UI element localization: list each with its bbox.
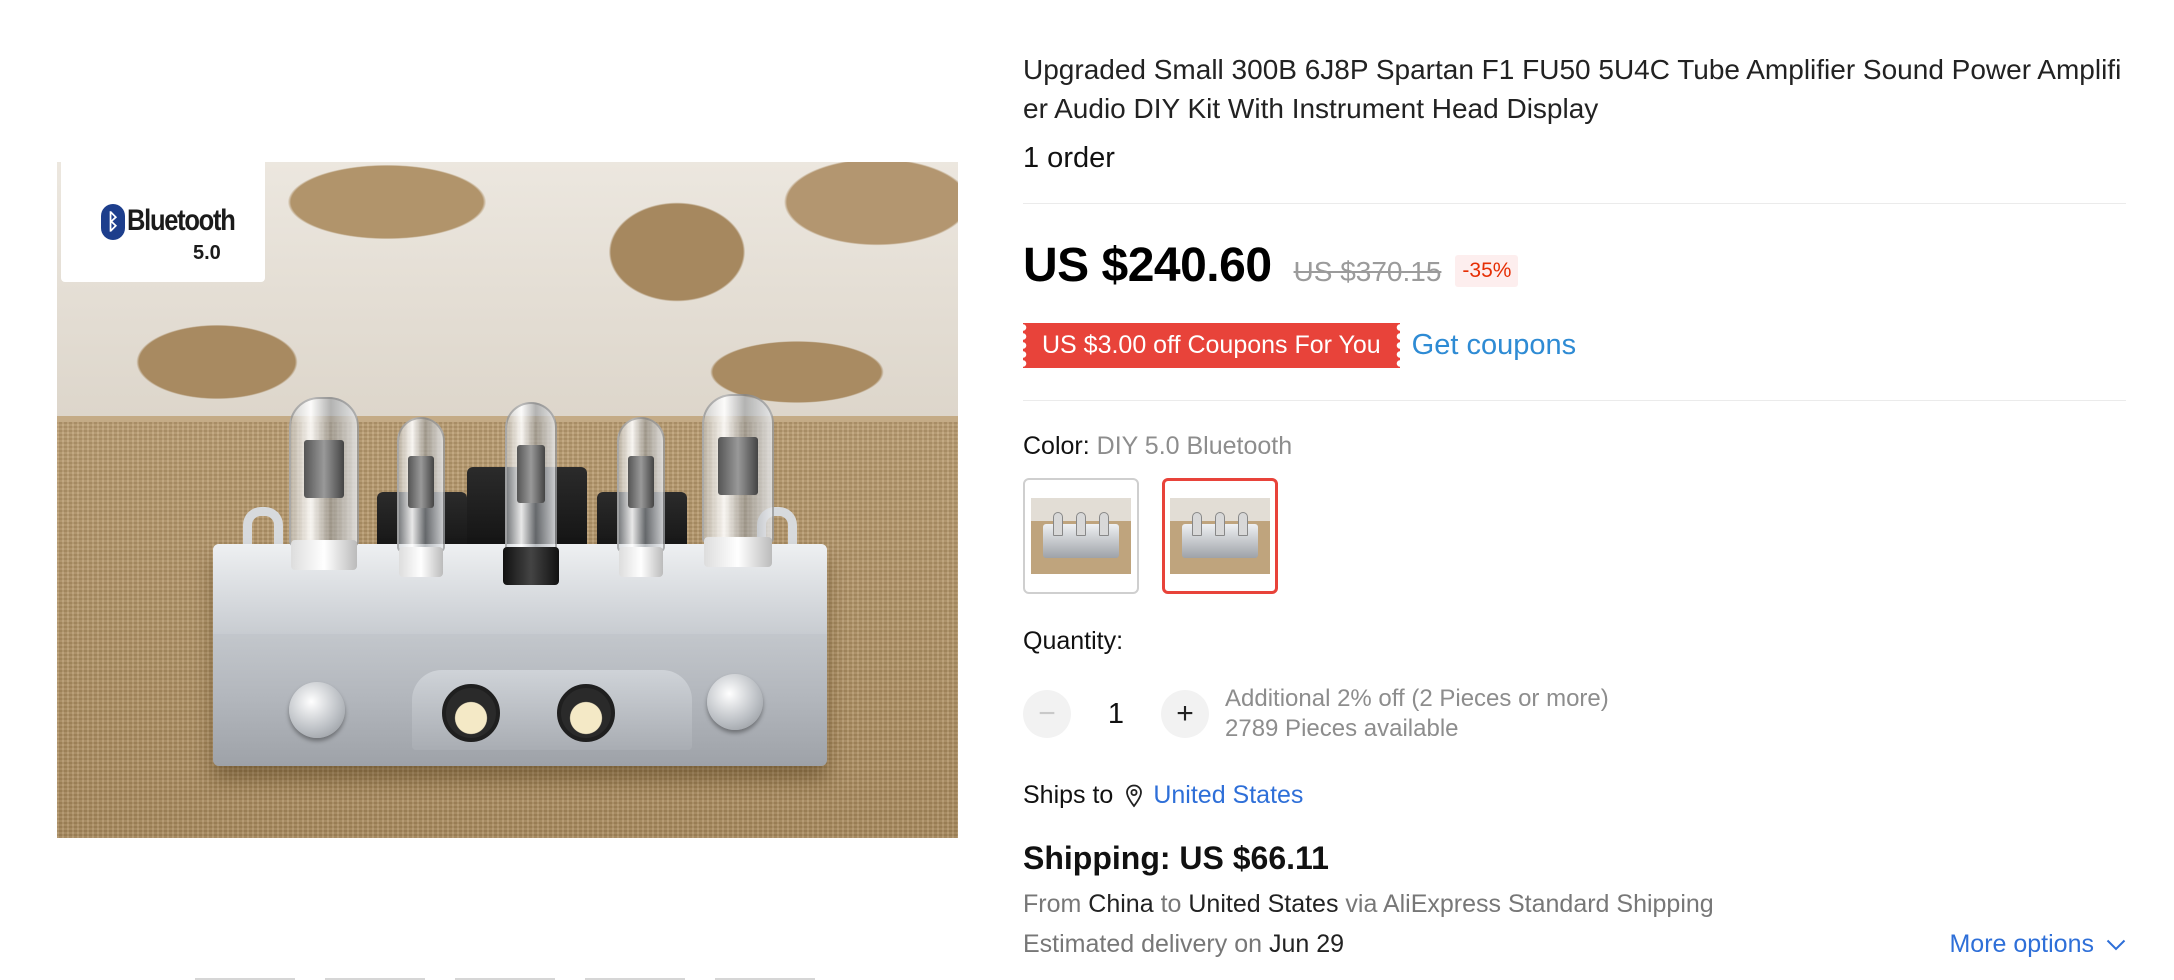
bluetooth-badge: ᛒ Bluetooth 5.0: [61, 162, 265, 282]
amp-knob: [707, 674, 763, 730]
swatch-tube-shape: [1053, 512, 1063, 536]
quantity-info: Additional 2% off (2 Pieces or more) 278…: [1225, 684, 1609, 744]
shipping-to-word: to: [1160, 890, 1182, 918]
shipping-route: From China to United States via AliExpre…: [1023, 890, 1714, 919]
product-main-image[interactable]: ᛒ Bluetooth 5.0: [57, 162, 958, 838]
original-price: US $370.15: [1293, 256, 1442, 287]
map-pin-icon: [1126, 784, 1143, 807]
amp-tube-base: [503, 547, 559, 585]
amp-tube-base: [291, 540, 357, 570]
color-selected-value: DIY 5.0 Bluetooth: [1096, 432, 1293, 460]
coupon-tag[interactable]: US $3.00 off Coupons For You: [1023, 323, 1400, 368]
amp-tube: [505, 402, 557, 552]
swatch-tube-shape: [1238, 512, 1248, 536]
shipping-from-country: China: [1088, 890, 1154, 918]
quantity-value[interactable]: 1: [1071, 698, 1161, 731]
divider: [1023, 400, 2126, 401]
ships-to-label: Ships to: [1023, 781, 1114, 809]
chevron-down-icon: [2106, 939, 2126, 950]
bluetooth-icon: ᛒ: [101, 204, 125, 240]
amp-tube: [702, 394, 774, 544]
amp-vu-meter: [442, 684, 500, 742]
amp-tube-base: [704, 537, 772, 567]
color-swatches: [1023, 478, 1278, 594]
get-coupons-link[interactable]: Get coupons: [1412, 329, 1576, 362]
quantity-decrease-button[interactable]: −: [1023, 690, 1071, 738]
amp-tube-base: [619, 547, 663, 577]
amp-tube-base: [399, 547, 443, 577]
price-row: US $240.60 US $370.15 -35%: [1023, 238, 1519, 293]
swatch-tube-shape: [1215, 512, 1225, 536]
shipping-from-prefix: From: [1023, 890, 1082, 918]
swatch-tube-shape: [1192, 512, 1202, 536]
quantity-label: Quantity:: [1023, 627, 1124, 655]
color-swatch-option-selected[interactable]: [1162, 478, 1278, 594]
amp-vu-meter: [557, 684, 615, 742]
swatch-thumbnail: [1031, 498, 1131, 574]
amp-tube: [617, 417, 665, 552]
coupon-row: US $3.00 off Coupons For You Get coupons: [1023, 323, 1576, 368]
estimated-delivery: Estimated delivery on Jun 29: [1023, 930, 1344, 959]
product-title: Upgraded Small 300B 6J8P Spartan F1 FU50…: [1023, 54, 2122, 124]
order-count: 1 order: [1023, 142, 1115, 174]
ships-to-country-link[interactable]: United States: [1153, 781, 1303, 810]
color-swatch-option[interactable]: [1023, 478, 1139, 594]
bluetooth-badge-brand: Bluetooth: [127, 204, 236, 237]
shipping-method: via AliExpress Standard Shipping: [1345, 890, 1714, 918]
amp-tube: [289, 397, 359, 547]
discount-badge: -35%: [1455, 255, 1519, 287]
quantity-available: 2789 Pieces available: [1225, 715, 1459, 742]
color-label-text: Color:: [1023, 432, 1090, 460]
delivery-prefix: Estimated delivery on: [1023, 930, 1263, 958]
quantity-promo: Additional 2% off (2 Pieces or more): [1225, 685, 1609, 712]
amp-tube: [397, 417, 445, 552]
shipping-cost: Shipping: US $66.11: [1023, 840, 1329, 876]
quantity-increase-button[interactable]: +: [1161, 690, 1209, 738]
amp-knob: [289, 682, 345, 738]
current-price: US $240.60: [1023, 239, 1272, 292]
divider: [1023, 203, 2126, 204]
ships-to-row: Ships to United States: [1023, 781, 1303, 810]
more-options-link[interactable]: More options: [1949, 930, 2126, 959]
color-label: Color: DIY 5.0 Bluetooth: [1023, 432, 1292, 461]
swatch-thumbnail: [1170, 498, 1270, 574]
more-options-label: More options: [1949, 930, 2094, 958]
quantity-stepper: − 1 + Additional 2% off (2 Pieces or mor…: [1023, 684, 1609, 744]
delivery-date: Jun 29: [1268, 930, 1345, 958]
swatch-tube-shape: [1076, 512, 1086, 536]
bluetooth-badge-version: 5.0: [193, 242, 221, 264]
swatch-tube-shape: [1099, 512, 1109, 536]
shipping-to-country: United States: [1188, 890, 1339, 918]
